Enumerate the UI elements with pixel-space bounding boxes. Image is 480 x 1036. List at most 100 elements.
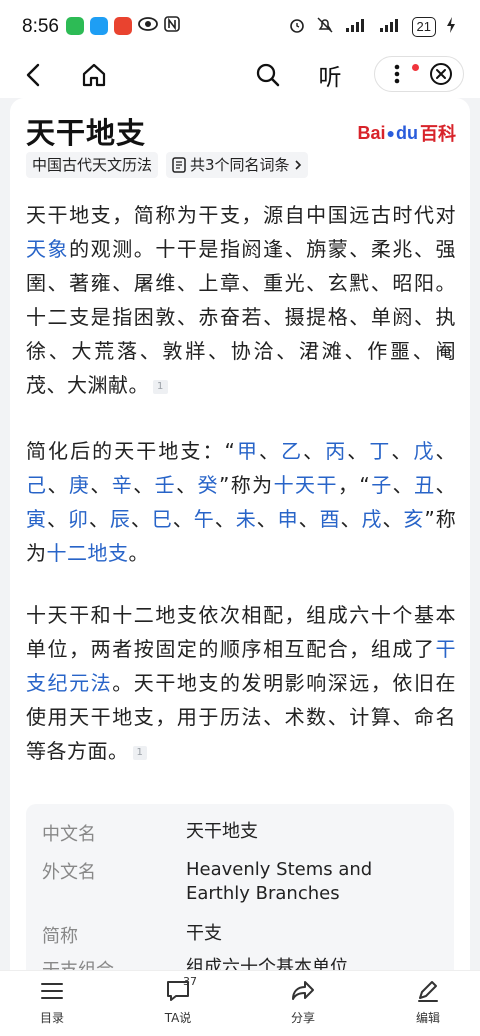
- notification-icons: [66, 16, 180, 36]
- more-vertical-icon: [394, 64, 400, 84]
- logo-text-baike: 百科: [420, 124, 456, 144]
- branch-link[interactable]: 寅: [26, 507, 47, 531]
- stem-link[interactable]: 丙: [325, 439, 347, 463]
- comment-count-badge: 37: [183, 975, 197, 988]
- para1-text-b: 的观测。十干是指阏逢、旃蒙、柔兆、强圉、著雍、屠维、上章、重光、玄黓、昭阳。十二…: [26, 237, 457, 397]
- link-twelve-branches[interactable]: 十二地支: [47, 541, 129, 565]
- paw-icon: ●: [386, 125, 395, 141]
- stem-link[interactable]: 壬: [155, 473, 176, 497]
- notification-dot: [412, 64, 419, 71]
- edit-button[interactable]: 编辑: [393, 979, 463, 1026]
- home-button[interactable]: [78, 58, 110, 92]
- mute-icon: [316, 16, 334, 37]
- infobox-key: 外文名: [42, 862, 96, 883]
- share-icon: [292, 981, 314, 1000]
- reference-badge[interactable]: 1: [153, 379, 168, 394]
- branch-link[interactable]: 酉: [320, 507, 341, 531]
- search-icon: [256, 63, 280, 87]
- stem-link[interactable]: 庚: [69, 473, 90, 497]
- back-button[interactable]: [18, 58, 48, 92]
- app-icon: [114, 17, 132, 35]
- share-button[interactable]: 分享: [268, 979, 338, 1026]
- system-icons: 21: [288, 16, 456, 37]
- para2-text-b: ”称为: [218, 473, 274, 497]
- share-label: 分享: [290, 1011, 315, 1025]
- stem-link[interactable]: 乙: [281, 439, 303, 463]
- branch-link[interactable]: 未: [236, 507, 257, 531]
- reference-badge[interactable]: 1: [132, 745, 148, 760]
- infobox-key: 中文名: [42, 824, 96, 845]
- tag-chips: 中国古代天文历法 共3个同名词条: [26, 152, 308, 178]
- list-icon: [41, 983, 63, 999]
- article-card: 天干地支 Bai ● du 百科 中国古代天文历法 共3个同名词条 天干地支，简…: [10, 98, 470, 970]
- branch-link[interactable]: 戌: [362, 507, 383, 531]
- branch-link[interactable]: 子: [370, 473, 392, 497]
- link-tianxiang[interactable]: 天象: [26, 237, 69, 261]
- paragraph-3: 十天干和十二地支依次相配，组成六十个基本单位，两者按固定的顺序相互配合，组成了干…: [26, 598, 456, 768]
- status-time: 8:56: [22, 16, 59, 37]
- infobox-value: 天干地支: [186, 821, 258, 842]
- para2-text-c: ，“: [337, 473, 371, 497]
- close-button[interactable]: [426, 59, 456, 89]
- infobox-key: 干支组合: [42, 956, 114, 970]
- baidu-baike-logo: Bai ● du 百科: [358, 120, 456, 146]
- synonyms-label: 共3个同名词条: [190, 156, 290, 174]
- branch-link[interactable]: 卯: [68, 507, 89, 531]
- stem-link[interactable]: 丁: [369, 439, 391, 463]
- branch-link[interactable]: 申: [278, 507, 299, 531]
- comments-button[interactable]: 37 TA说: [143, 975, 213, 1026]
- toc-button[interactable]: 目录: [17, 979, 87, 1026]
- paragraph-1: 天干地支，简称为干支，源自中国远古时代对天象的观测。十干是指阏逢、旃蒙、柔兆、强…: [26, 198, 456, 402]
- para2-text-e: 。: [128, 541, 149, 565]
- branch-link[interactable]: 午: [194, 507, 215, 531]
- back-arrow-icon: [26, 63, 40, 87]
- nav-bar: 听: [0, 52, 480, 98]
- infobox-value: 组成六十个基本单位: [186, 957, 348, 970]
- branch-link[interactable]: 巳: [152, 507, 173, 531]
- logo-text-du: du: [396, 122, 418, 143]
- toc-label: 目录: [39, 1011, 64, 1025]
- comments-label: TA说: [164, 1011, 192, 1025]
- branch-link[interactable]: 丑: [414, 473, 435, 497]
- para3-text-a: 十天干和十二地支依次相配，组成六十个基本单位，两者按固定的顺序相互配合，组成了: [26, 603, 456, 661]
- infobox-value: Heavenly Stems and Earthly Branches: [186, 859, 373, 904]
- close-circle-icon: [430, 63, 452, 85]
- branch-link[interactable]: 亥: [403, 507, 424, 531]
- status-bar: 8:56 21: [0, 0, 480, 52]
- search-button[interactable]: [252, 58, 284, 92]
- stem-link[interactable]: 戊: [413, 439, 435, 463]
- stem-link[interactable]: 己: [26, 473, 47, 497]
- edit-label: 编辑: [415, 1011, 440, 1025]
- chevron-right-icon: [294, 160, 301, 170]
- stem-link[interactable]: 甲: [235, 439, 259, 463]
- battery-icon: 21: [411, 16, 436, 37]
- message-icon: [90, 17, 108, 35]
- stem-link[interactable]: 癸: [198, 473, 219, 497]
- synonyms-chip[interactable]: 共3个同名词条: [166, 152, 308, 178]
- signal-icon: [378, 17, 402, 36]
- alarm-icon: [288, 16, 306, 37]
- stem-link[interactable]: 辛: [112, 473, 133, 497]
- wechat-icon: [66, 17, 84, 35]
- home-icon: [82, 63, 106, 87]
- charging-icon: [446, 16, 456, 37]
- infobox-key: 简称: [42, 926, 78, 947]
- para1-text-a: 天干地支，简称为干支，源自中国远古时代对: [26, 203, 456, 227]
- bottom-toolbar: 目录 37 TA说 分享 编辑: [0, 970, 480, 1036]
- infobox: 中文名 天干地支 外文名 Heavenly Stems and Earthly …: [26, 804, 454, 970]
- category-chip[interactable]: 中国古代天文历法: [26, 152, 159, 178]
- signal-icon: [344, 17, 368, 36]
- more-button[interactable]: [382, 59, 419, 89]
- logo-text-bai: Bai: [357, 122, 386, 143]
- listen-button[interactable]: 听: [312, 58, 348, 92]
- para2-text-a: 简化后的天干地支：“: [26, 439, 236, 463]
- document-icon: [172, 157, 186, 173]
- eye-icon: [138, 16, 158, 36]
- branch-link[interactable]: 辰: [110, 507, 131, 531]
- page-title: 天干地支: [26, 116, 147, 150]
- link-ten-stems[interactable]: 十天干: [274, 473, 338, 497]
- infobox-value: 干支: [186, 923, 222, 944]
- paragraph-2: 简化后的天干地支：“甲、乙、丙、丁、戊、己、庚、辛、壬、癸”称为十天干，“子、丑…: [26, 439, 457, 565]
- mini-program-capsule: [374, 56, 464, 92]
- nfc-icon: [164, 16, 180, 36]
